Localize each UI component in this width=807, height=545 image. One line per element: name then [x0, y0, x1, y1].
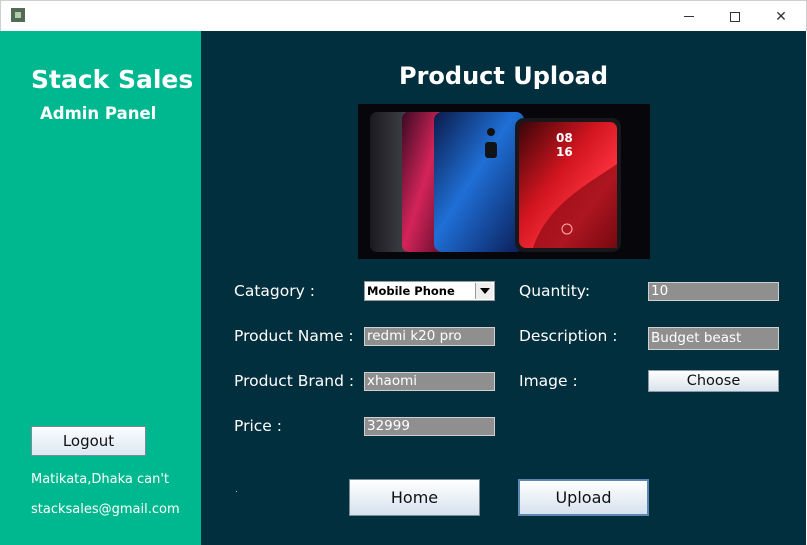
chevron-down-icon[interactable] — [475, 283, 493, 299]
product-name-field[interactable]: redmi k20 pro — [364, 327, 495, 346]
choose-image-button[interactable]: Choose — [648, 370, 779, 392]
logout-button[interactable]: Logout — [31, 426, 146, 456]
close-button[interactable]: ✕ — [758, 1, 804, 32]
footer-email: stacksales@gmail.com — [31, 502, 180, 517]
price-field[interactable]: 32999 — [364, 417, 495, 436]
minimize-button[interactable] — [666, 1, 712, 32]
product-brand-label: Product Brand : — [234, 372, 355, 390]
brand-title: Stack Sales — [31, 65, 194, 94]
brand-subtitle: Admin Panel — [40, 104, 157, 123]
footer-address: Matikata,Dhaka can't — [31, 472, 169, 487]
home-button[interactable]: Home — [349, 479, 480, 516]
quantity-label: Quantity: — [519, 282, 591, 300]
image-clock-minute: 16 — [556, 145, 573, 159]
price-label: Price : — [234, 417, 282, 435]
maximize-button[interactable] — [712, 1, 758, 32]
product-name-label: Product Name : — [234, 327, 354, 345]
app-icon — [11, 8, 25, 22]
image-label: Image : — [519, 372, 578, 390]
quantity-field[interactable]: 10 — [648, 282, 779, 301]
description-label: Description : — [519, 327, 618, 345]
description-field[interactable]: Budget beast — [648, 327, 779, 350]
product-image: 08 16 — [358, 104, 650, 259]
close-icon: ✕ — [775, 8, 787, 25]
maximize-icon — [730, 11, 740, 22]
sidebar: Stack Sales Admin Panel Logout Matikata,… — [0, 31, 201, 545]
stray-dot — [236, 491, 237, 492]
window-titlebar: ✕ — [0, 0, 807, 31]
category-select[interactable]: Mobile Phone — [364, 281, 495, 301]
product-brand-field[interactable]: xhaomi — [364, 372, 495, 391]
category-label: Catagory : — [234, 282, 315, 300]
upload-button[interactable]: Upload — [518, 479, 649, 516]
image-clock-hour: 08 — [556, 131, 573, 145]
page-title: Product Upload — [399, 62, 608, 90]
minimize-icon — [684, 16, 694, 17]
category-select-value: Mobile Phone — [367, 284, 455, 298]
main-panel: Product Upload 08 16 Catagory: Mobile P… — [201, 31, 806, 545]
